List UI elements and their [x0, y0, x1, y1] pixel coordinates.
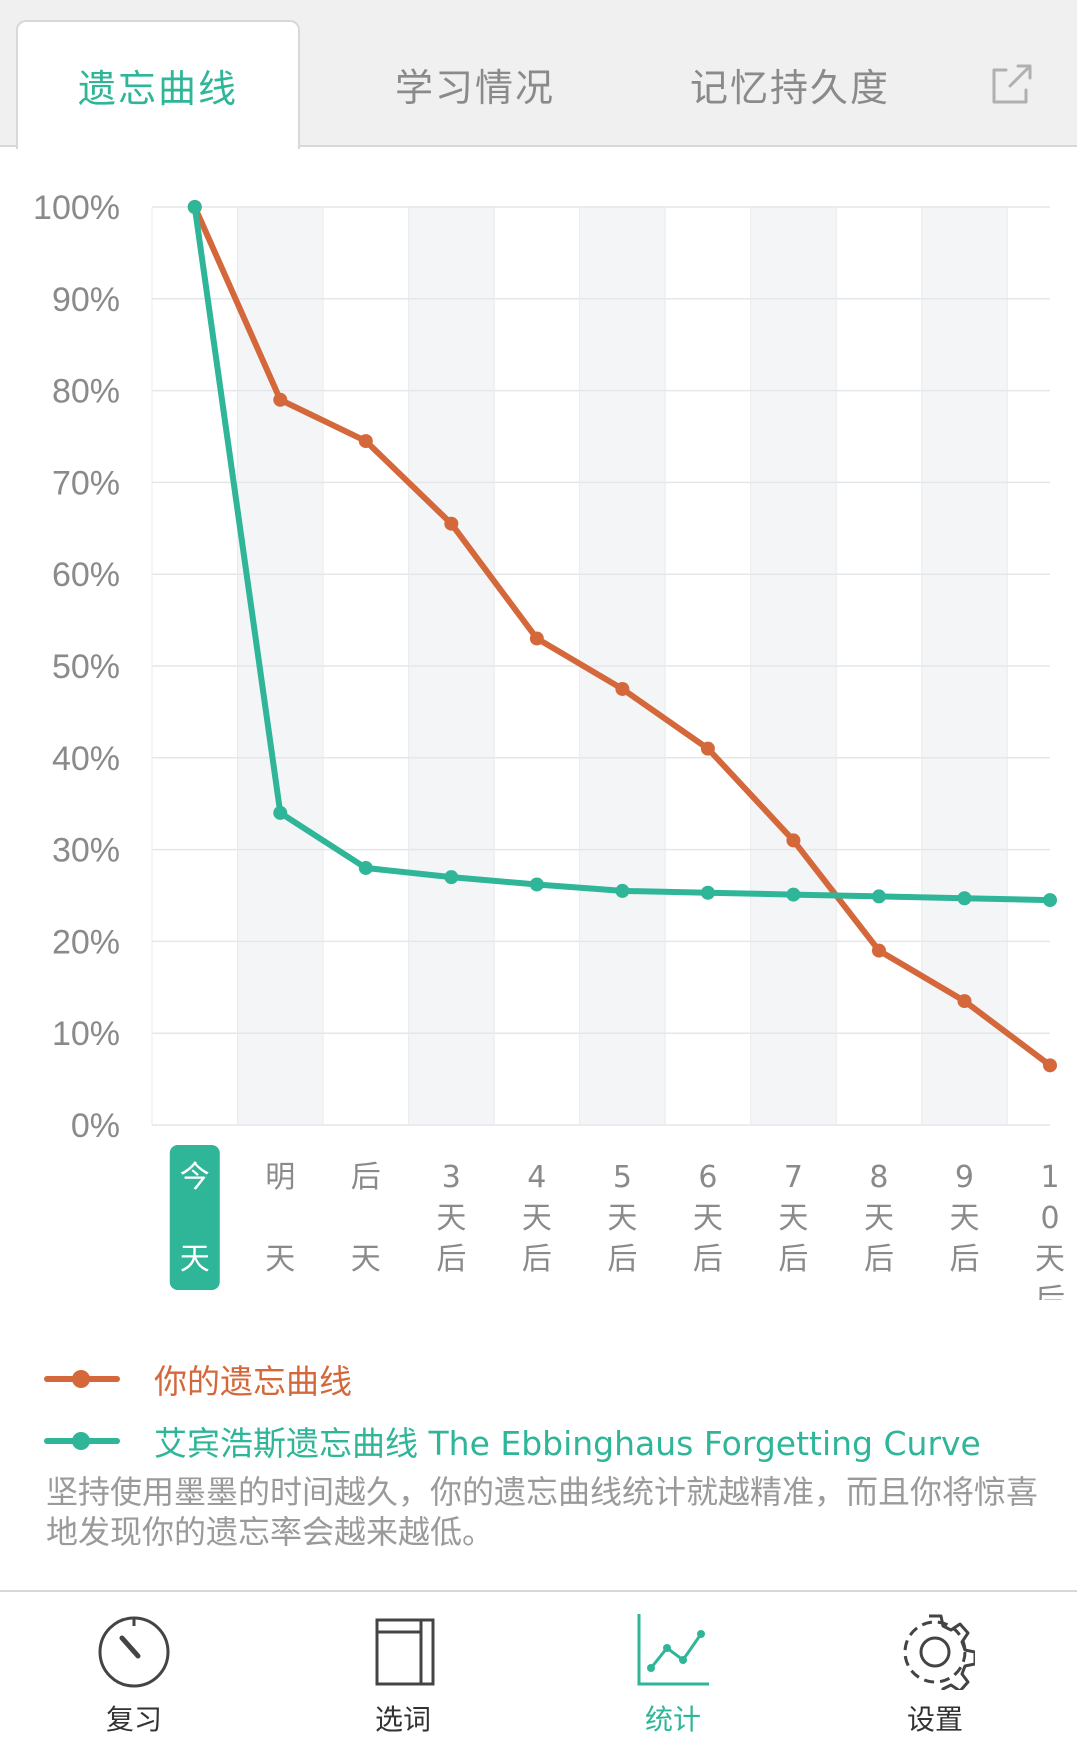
x-tick-label: 1: [1040, 1160, 1059, 1195]
y-tick-label: 10%: [52, 1015, 120, 1053]
tab-memory-durability[interactable]: 记忆持久度: [650, 20, 930, 149]
data-point: [444, 870, 459, 885]
data-point: [1043, 1058, 1057, 1073]
x-tick-label: 后: [351, 1160, 381, 1195]
tab-forgetting-curve[interactable]: 遗忘曲线: [16, 20, 300, 149]
nav-item-review[interactable]: 复习: [44, 1592, 224, 1741]
nav-label: 选词: [374, 1703, 431, 1736]
tab-label: 遗忘曲线: [77, 67, 238, 111]
x-tick-label: 后: [607, 1242, 637, 1277]
stats-chart-icon: [637, 1614, 709, 1686]
bottom-nav: 复习 选词 统计 设置: [0, 1590, 1077, 1739]
data-point: [786, 887, 801, 902]
x-tick-label: 明: [265, 1160, 295, 1195]
x-tick-label: 天: [351, 1242, 381, 1277]
data-point: [529, 877, 544, 892]
y-tick-label: 90%: [52, 281, 120, 319]
data-point: [957, 994, 972, 1009]
y-tick-label: 50%: [52, 648, 120, 686]
data-point: [957, 891, 972, 906]
data-point: [786, 833, 801, 848]
data-point: [871, 943, 886, 958]
x-tick-label: 9: [955, 1160, 974, 1195]
x-tick-label: 今: [180, 1160, 210, 1195]
legend-swatch: [44, 1361, 120, 1397]
x-tick-label: 天: [607, 1201, 637, 1236]
x-tick-label: 后: [949, 1242, 979, 1277]
y-tick-label: 60%: [52, 556, 120, 594]
tab-label: 学习情况: [394, 66, 555, 110]
x-tick-label: 4: [527, 1160, 546, 1195]
chart-svg: 100%90%80%70%60%50%40%30%20%10%0%今天明天后天3…: [33, 189, 1065, 1318]
y-tick-label: 30%: [52, 832, 120, 870]
x-tick-label: 天: [522, 1201, 552, 1236]
x-tick-label: 天: [1035, 1242, 1065, 1277]
y-tick-label: 80%: [52, 373, 120, 411]
legend-label: 你的遗忘曲线: [154, 1362, 352, 1401]
y-tick-label: 0%: [71, 1107, 120, 1145]
data-point: [358, 434, 373, 449]
x-tick-label: 后: [693, 1242, 723, 1277]
x-tick-label: 后: [778, 1242, 808, 1277]
nav-label: 复习: [105, 1703, 162, 1736]
nav-label: 设置: [906, 1703, 963, 1736]
x-tick-label: 6: [698, 1160, 717, 1195]
data-point: [1043, 893, 1057, 908]
data-point: [273, 805, 288, 820]
x-tick-label: 5: [613, 1160, 632, 1195]
x-tick-label: 天: [180, 1242, 210, 1277]
forgetting-curve-chart: 100% 90% 80% 70% 60% 50% 40% 30% 20% 10% 0% 今天明天后天 3…: [0, 150, 1077, 1318]
tab-study-status[interactable]: 学习情况: [330, 20, 620, 149]
x-tick-label: 天: [778, 1201, 808, 1236]
data-point: [700, 741, 715, 756]
x-tick-label: 7: [784, 1160, 803, 1195]
data-point: [615, 883, 630, 898]
data-point: [529, 631, 544, 646]
x-tick-label: 天: [436, 1201, 466, 1236]
x-tick-label: 天: [693, 1201, 723, 1236]
legend-label: 艾宾浩斯遗忘曲线 The Ebbinghaus Forgetting Curve: [154, 1424, 981, 1463]
gear-icon: [903, 1614, 975, 1690]
x-tick-label: 后: [436, 1242, 466, 1277]
nav-label: 统计: [644, 1703, 701, 1736]
legend-item-user-curve: 你的遗忘曲线: [44, 1355, 1044, 1403]
data-point: [871, 889, 886, 904]
timer-icon: [98, 1616, 170, 1688]
nav-item-settings[interactable]: 设置: [845, 1592, 1025, 1741]
x-tick-label: 后: [522, 1242, 552, 1277]
tab-label: 记忆持久度: [689, 66, 890, 110]
x-tick-label: 天: [265, 1242, 295, 1277]
data-point: [615, 681, 630, 696]
info-note: 坚持使用墨墨的时间越久，你的遗忘曲线统计就越精准，而且你将惊喜地发现你的遗忘率会…: [46, 1473, 1039, 1551]
data-point: [444, 516, 459, 531]
tab-bar: 遗忘曲线 学习情况 记忆持久度: [0, 0, 1077, 149]
legend-item-ebbinghaus-curve: 艾宾浩斯遗忘曲线 The Ebbinghaus Forgetting Curve: [44, 1417, 1044, 1465]
x-tick-label: 后: [864, 1242, 894, 1277]
legend-swatch: [44, 1423, 120, 1459]
share-icon[interactable]: [988, 62, 1034, 108]
data-point: [700, 885, 715, 900]
y-tick-label: 70%: [52, 464, 120, 502]
y-tick-label: 20%: [52, 923, 120, 961]
data-point: [358, 860, 373, 875]
x-tick-label: 天: [949, 1201, 979, 1236]
x-tick-label: 0: [1040, 1201, 1059, 1236]
x-tick-label: 天: [864, 1201, 894, 1236]
nav-item-select-words[interactable]: 选词: [313, 1592, 493, 1741]
y-tick-label: 40%: [52, 740, 120, 778]
x-tick-label: 3: [442, 1160, 461, 1195]
data-point: [273, 392, 288, 407]
x-tick-label: 后: [1035, 1283, 1065, 1300]
y-tick-label: 100%: [33, 189, 120, 227]
book-icon: [375, 1618, 435, 1686]
nav-item-statistics[interactable]: 统计: [583, 1592, 763, 1741]
data-point: [187, 200, 202, 214]
x-tick-label: 8: [869, 1160, 888, 1195]
